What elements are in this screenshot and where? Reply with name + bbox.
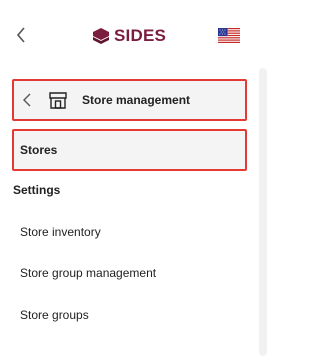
scrollbar[interactable] [259,68,267,356]
language-selector[interactable] [218,28,240,43]
storefront-icon [48,90,68,110]
menu-item-stores[interactable]: Stores [12,129,247,171]
us-flag-icon [218,28,240,43]
menu-item-store-group-management[interactable]: Store group management [13,256,248,290]
header: SIDES [0,0,267,62]
section-label: Store management [82,93,191,107]
menu-item-store-groups[interactable]: Store groups [13,298,248,332]
back-button[interactable] [12,25,30,45]
menu-item-label: Stores [20,143,58,157]
menu-item-label: Store group management [20,266,157,280]
chevron-left-icon [23,93,35,107]
chevron-left-icon [16,27,25,43]
settings-heading: Settings [13,183,61,197]
brand-mark-icon [93,28,109,44]
menu-item-label: Store inventory [20,225,101,239]
navigation-drawer: SIDES Store management Stores Settings S… [0,0,267,356]
store-management-section[interactable]: Store management [12,79,247,121]
menu-item-store-inventory[interactable]: Store inventory [13,215,248,249]
menu-item-label: Store groups [20,308,89,322]
brand-name: SIDES [114,26,167,45]
brand-logo: SIDES [92,24,166,48]
